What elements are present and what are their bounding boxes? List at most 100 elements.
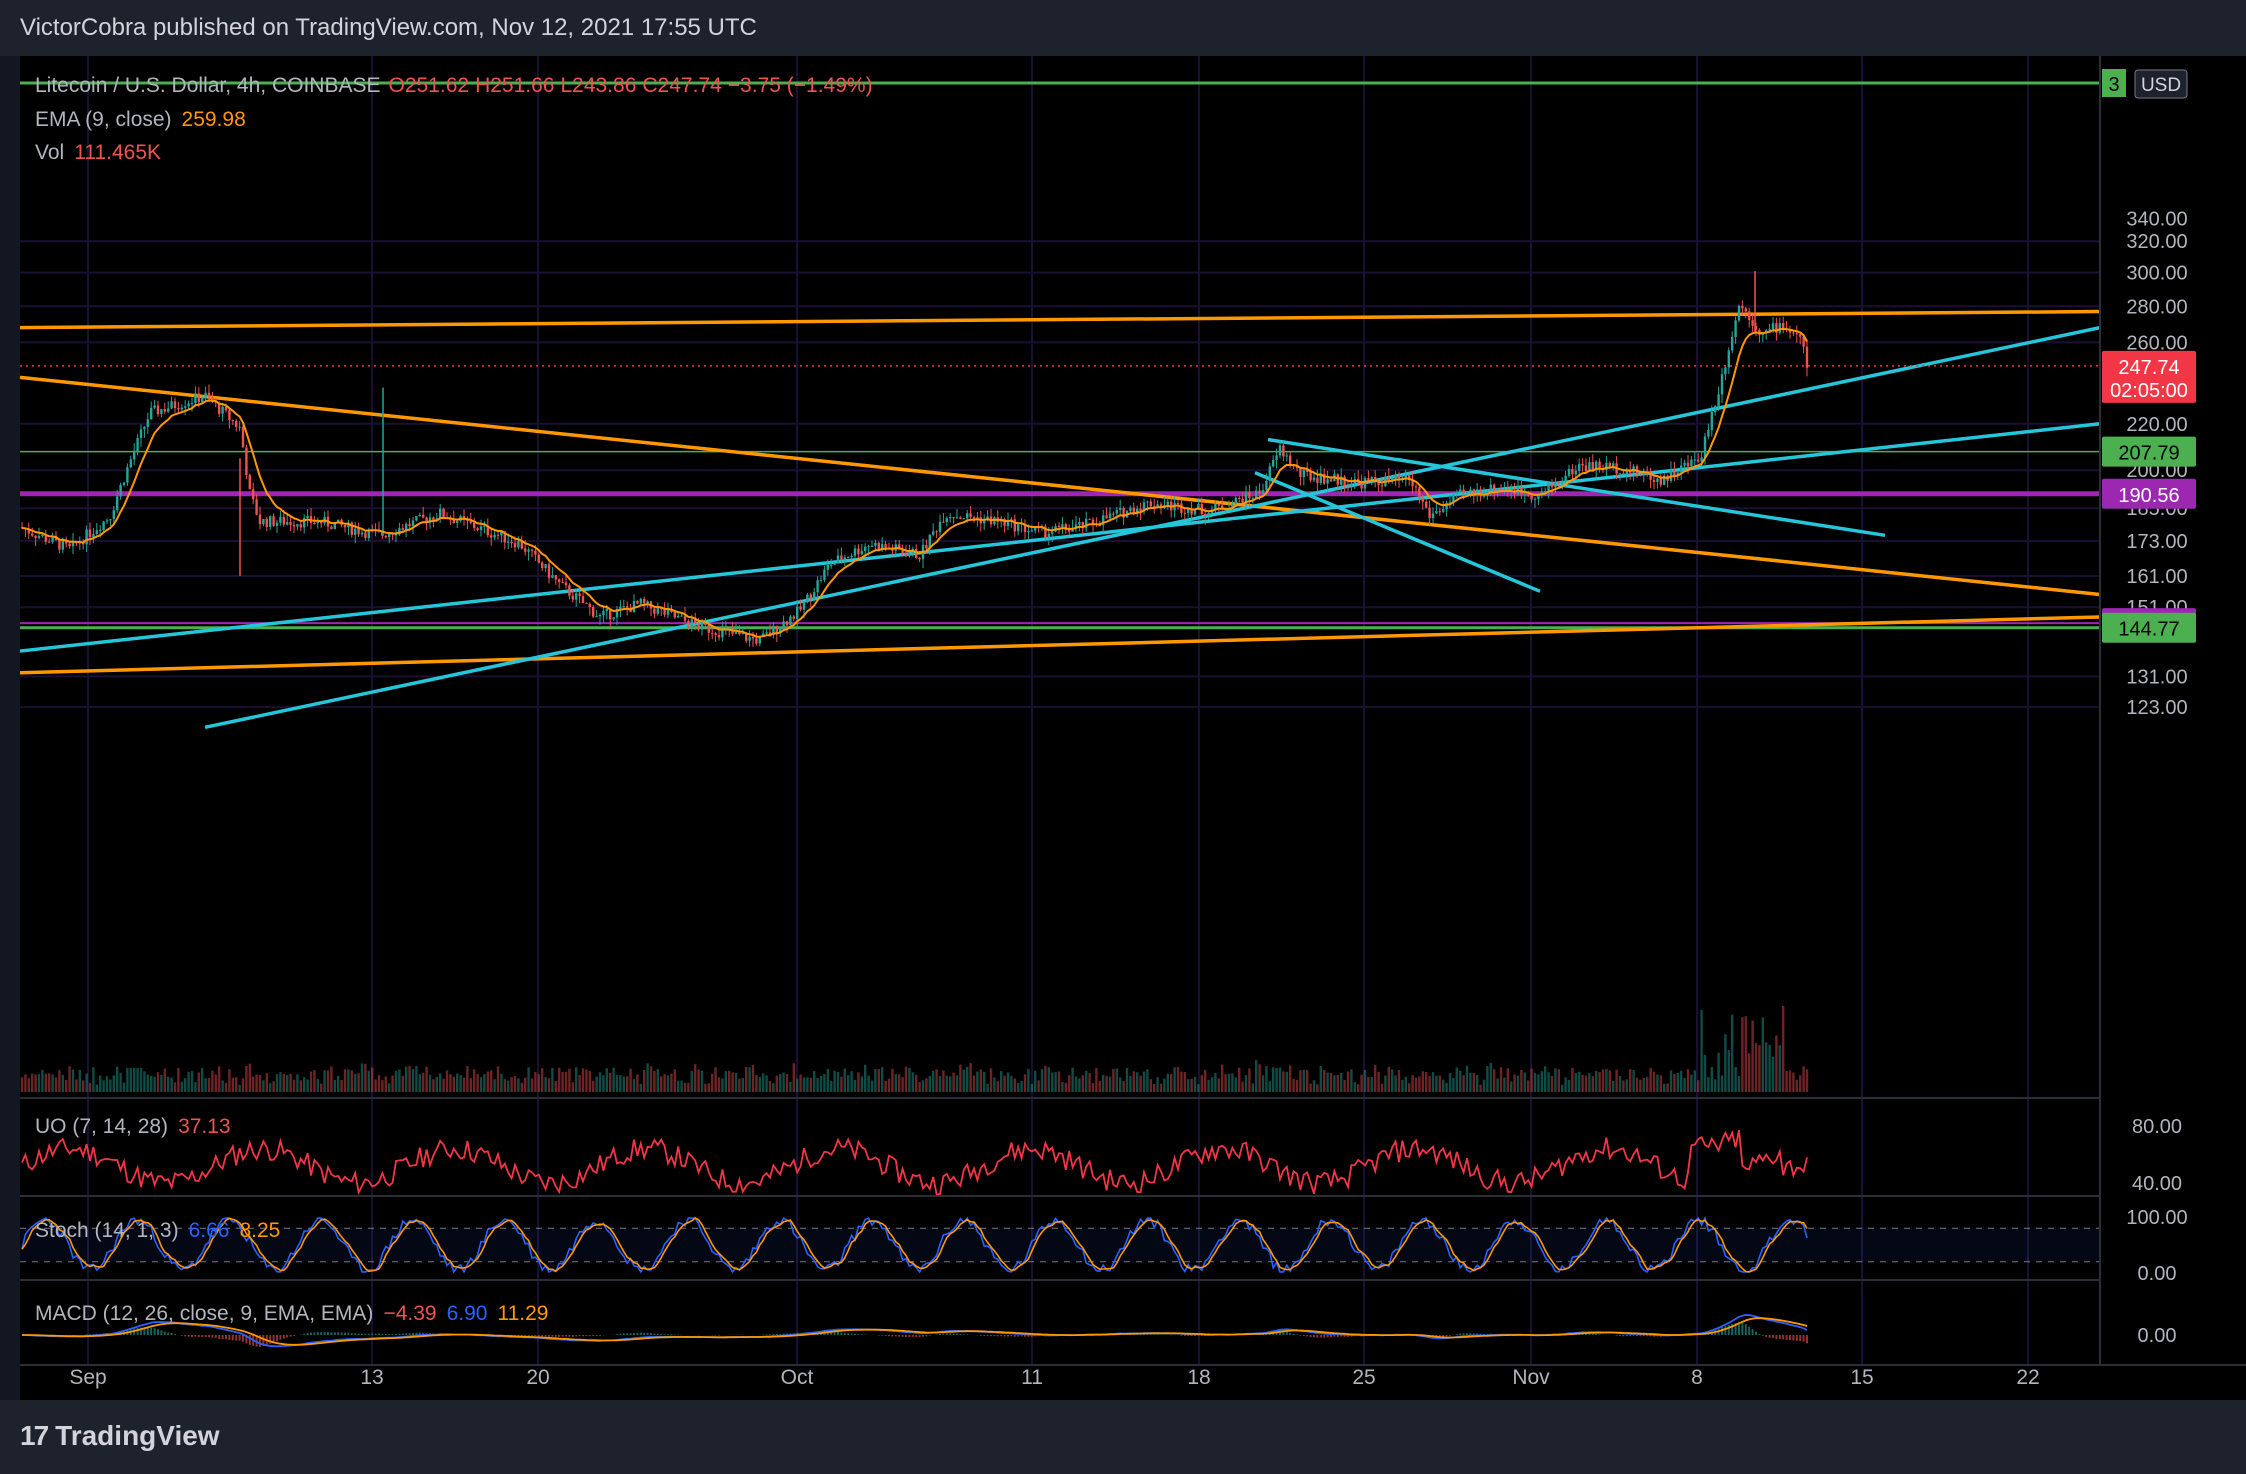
price-badge-text: 3 <box>2108 74 2119 96</box>
candle-body <box>432 517 435 521</box>
volume-bar <box>643 1070 646 1092</box>
candle-body <box>690 619 693 628</box>
candle-body <box>537 554 540 563</box>
macd-hist-bar <box>276 1335 278 1342</box>
volume-bar <box>245 1065 248 1092</box>
volume-bar <box>1387 1066 1390 1092</box>
candle-body <box>1027 531 1030 533</box>
volume-bar <box>1343 1080 1346 1092</box>
macd-hist-bar <box>660 1333 663 1335</box>
macd-hist-bar <box>279 1335 282 1340</box>
macd-hist-bar <box>330 1332 333 1335</box>
macd-hist-bar <box>585 1335 588 1336</box>
candle-body <box>279 516 282 523</box>
macd-hist-bar <box>1010 1335 1013 1337</box>
volume-bar <box>745 1067 748 1092</box>
time-tick: 22 <box>2016 1366 2039 1389</box>
volume-bar <box>867 1075 870 1092</box>
volume-bar <box>962 1069 965 1092</box>
macd-hist-bar <box>347 1332 350 1335</box>
candle-body <box>816 580 819 593</box>
volume-bar <box>320 1083 323 1092</box>
volume-bar <box>1669 1070 1673 1092</box>
volume-bar <box>303 1077 306 1092</box>
volume-bar <box>694 1064 697 1092</box>
volume-bar <box>1193 1076 1197 1092</box>
volume-bar <box>520 1082 523 1092</box>
candle-body <box>1289 455 1292 466</box>
volume-bar <box>1163 1078 1166 1092</box>
volume-bar <box>1493 1069 1496 1092</box>
currency-badge[interactable]: USD <box>2134 69 2188 99</box>
candle-body <box>265 519 268 528</box>
candle-body <box>1278 445 1282 456</box>
candle-body <box>1639 474 1642 476</box>
macd-hist-bar <box>1639 1335 1642 1337</box>
candle-body <box>1795 333 1798 335</box>
volume-bar <box>1710 1066 1713 1092</box>
volume-bar <box>717 1077 721 1092</box>
tradingview-logo[interactable]: 17 TradingView <box>20 1420 220 1452</box>
volume-bar <box>1404 1076 1407 1092</box>
candle-body <box>1112 513 1115 515</box>
volume-bar <box>1700 1009 1703 1092</box>
candle-body <box>547 564 551 578</box>
candle-body <box>1748 311 1751 320</box>
macd-hist-bar <box>531 1335 533 1336</box>
volume-bar <box>765 1075 768 1092</box>
macd-hist-bar <box>1455 1334 1458 1335</box>
candle-body <box>932 531 935 535</box>
macd-hist-bar <box>327 1332 329 1335</box>
volume-bar <box>24 1074 27 1092</box>
volume-bar <box>1346 1071 1350 1092</box>
candle-body <box>180 407 183 410</box>
candle-body <box>418 514 421 517</box>
volume-bar <box>428 1074 432 1092</box>
volume-bar <box>1241 1081 1244 1092</box>
candle-body <box>156 405 160 415</box>
candle-body <box>1744 308 1747 312</box>
volume-bar <box>500 1073 503 1092</box>
time-tick: 8 <box>1691 1366 1703 1389</box>
candle-body <box>955 517 959 519</box>
stoch-tick: 0.00 <box>2138 1263 2177 1285</box>
volume-bar <box>578 1075 581 1092</box>
volume-bar <box>1081 1075 1084 1092</box>
candle-body <box>442 508 445 518</box>
volume-bar <box>105 1076 109 1092</box>
chart-canvas[interactable]: 320.00300.00280.00260.00220.00200.00185.… <box>0 0 2246 1400</box>
volume-bar <box>884 1080 887 1092</box>
volume-bar <box>598 1072 602 1092</box>
candle-body <box>228 410 231 421</box>
candle-body <box>439 508 442 519</box>
volume-bar <box>1244 1074 1248 1092</box>
price-axis-bg <box>2100 56 2246 1400</box>
macd-hist-bar <box>626 1333 629 1335</box>
candle-body <box>1255 490 1258 499</box>
candle-body <box>1574 470 1577 475</box>
price-tick: 161.00 <box>2126 566 2187 588</box>
macd-hist-bar <box>629 1333 632 1335</box>
volume-bar <box>224 1082 228 1092</box>
volume-bar <box>768 1081 772 1092</box>
volume-bar <box>1125 1068 1129 1092</box>
candle-body <box>687 620 690 628</box>
candle-body <box>1146 501 1149 503</box>
macd-hist-bar <box>194 1335 197 1337</box>
volume-bar <box>27 1078 30 1092</box>
volume-bar <box>1295 1079 1299 1092</box>
volume-bar <box>731 1072 734 1092</box>
macd-hist-bar <box>942 1333 945 1335</box>
candle-body <box>1105 515 1108 519</box>
volume-bar <box>248 1063 251 1092</box>
svg-text:Stoch (14, 1, 3)6.668.25: Stoch (14, 1, 3) 6.66 8.25 <box>35 1219 280 1242</box>
macd-hist-bar <box>1755 1331 1757 1335</box>
candle-body <box>945 518 948 522</box>
volume-bar <box>945 1075 948 1092</box>
volume-bar <box>299 1080 302 1092</box>
candle-body <box>1462 489 1465 494</box>
candle-body <box>1731 336 1734 351</box>
candle-body <box>646 601 649 604</box>
macd-hist-bar <box>157 1329 159 1335</box>
macd-hist-bar <box>990 1335 992 1337</box>
